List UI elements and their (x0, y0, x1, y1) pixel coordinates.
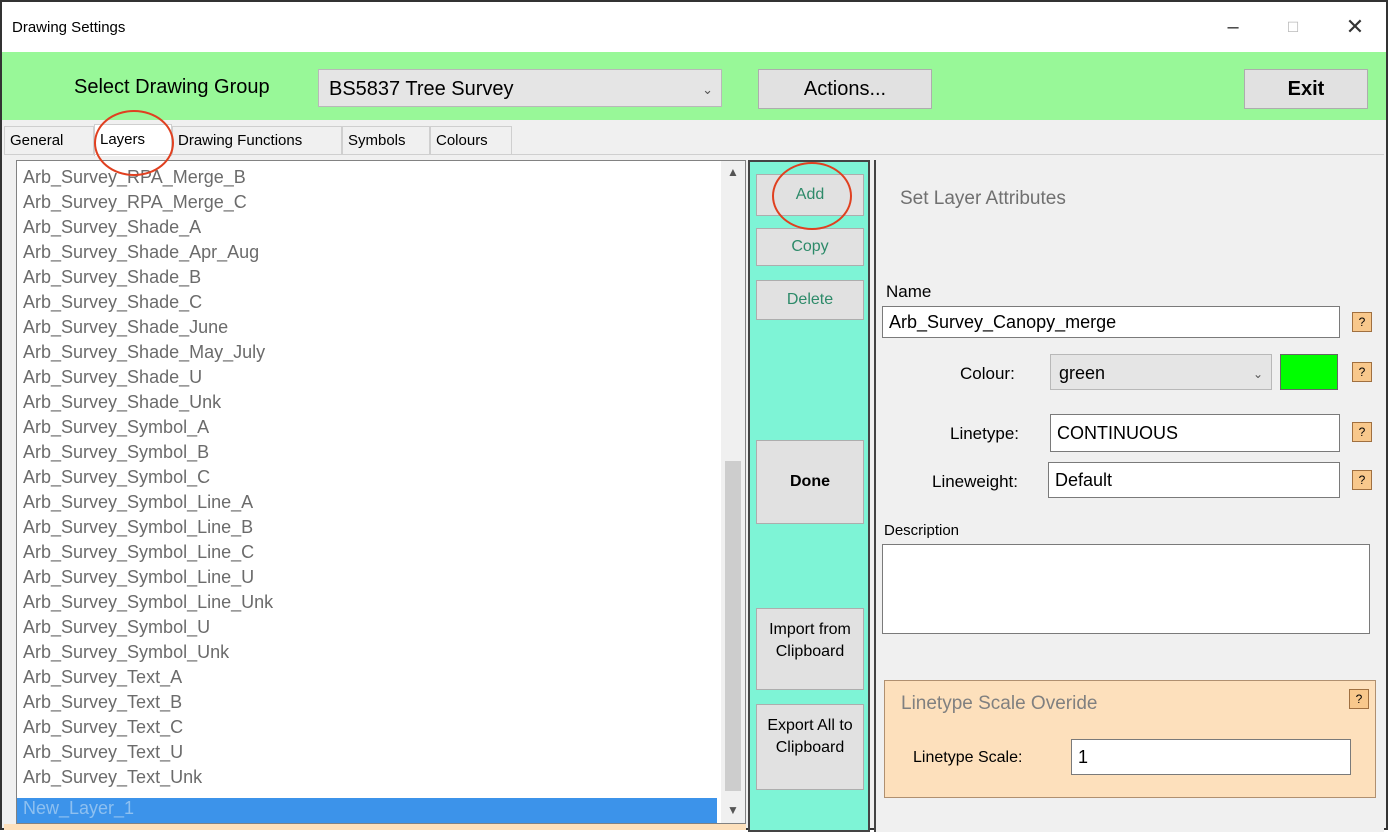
list-item[interactable]: Arb_Survey_Symbol_Unk (23, 642, 229, 667)
lineweight-field[interactable]: Default (1048, 462, 1340, 498)
linetype-scale-help-button[interactable]: ? (1349, 689, 1369, 709)
tab-drawing-functions[interactable]: Drawing Functions (172, 126, 342, 154)
drawing-settings-window: Drawing Settings – ☐ ✕ Select Drawing Gr… (0, 0, 1388, 832)
description-label: Description (884, 522, 960, 539)
list-item[interactable]: Arb_Survey_Text_U (23, 742, 183, 767)
list-item[interactable]: Arb_Survey_Symbol_Line_B (23, 517, 253, 542)
scroll-down-icon[interactable]: ▼ (721, 803, 745, 817)
chevron-down-icon: ⌄ (1252, 367, 1263, 381)
linetype-scale-field[interactable]: 1 (1071, 739, 1351, 775)
drawing-group-value: BS5837 Tree Survey (329, 78, 514, 100)
window-title: Drawing Settings (12, 19, 126, 36)
list-item[interactable]: Arb_Survey_Text_Unk (23, 767, 202, 792)
colour-value: green (1059, 363, 1106, 383)
list-item[interactable]: Arb_Survey_Symbol_Line_A (23, 492, 253, 517)
layer-attributes-panel: Set Layer Attributes Name Arb_Survey_Can… (874, 160, 1384, 832)
copy-button[interactable]: Copy (756, 228, 864, 266)
list-item-selected[interactable]: New_Layer_1 (17, 798, 717, 823)
list-item[interactable]: Arb_Survey_Text_A (23, 667, 182, 692)
import-from-clipboard-button[interactable]: Import from Clipboard (756, 608, 864, 690)
colour-select[interactable]: green ⌄ (1050, 354, 1272, 390)
layer-list[interactable]: Arb_Survey_RPA_Merge_B Arb_Survey_RPA_Me… (16, 160, 746, 824)
linetype-scale-panel: Linetype Scale Overide ? Linetype Scale:… (884, 680, 1376, 798)
delete-button[interactable]: Delete (756, 280, 864, 320)
list-item[interactable]: Arb_Survey_Symbol_Line_C (23, 542, 254, 567)
list-item[interactable]: Arb_Survey_Symbol_A (23, 417, 209, 442)
maximize-icon[interactable]: ☐ (1270, 10, 1316, 44)
list-item[interactable]: Arb_Survey_Symbol_B (23, 442, 209, 467)
tab-symbols[interactable]: Symbols (342, 126, 430, 154)
chevron-down-icon: ⌄ (702, 82, 713, 97)
done-button[interactable]: Done (756, 440, 864, 524)
set-layer-attributes-heading: Set Layer Attributes (900, 188, 1066, 209)
list-item[interactable]: Arb_Survey_Shade_U (23, 367, 202, 392)
name-field[interactable]: Arb_Survey_Canopy_merge (882, 306, 1340, 338)
name-help-button[interactable]: ? (1352, 312, 1372, 332)
linetype-scale-heading: Linetype Scale Overide (901, 693, 1098, 714)
list-item[interactable]: Arb_Survey_Shade_A (23, 217, 201, 242)
close-icon[interactable]: ✕ (1332, 10, 1378, 44)
linetype-field[interactable]: CONTINUOUS (1050, 414, 1340, 452)
list-item[interactable]: Arb_Survey_Shade_Unk (23, 392, 221, 417)
list-item[interactable]: Arb_Survey_Symbol_Line_Unk (23, 592, 273, 617)
list-item[interactable]: Arb_Survey_Symbol_U (23, 617, 210, 642)
minimize-icon[interactable]: – (1210, 10, 1256, 44)
linetype-help-button[interactable]: ? (1352, 422, 1372, 442)
tab-colours[interactable]: Colours (430, 126, 512, 154)
export-all-to-clipboard-button[interactable]: Export All to Clipboard (756, 704, 864, 790)
select-drawing-group-label: Select Drawing Group (74, 76, 270, 98)
exit-button[interactable]: Exit (1244, 69, 1368, 109)
add-button-highlight-circle (772, 162, 852, 230)
actions-button[interactable]: Actions... (758, 69, 932, 109)
list-scrollbar[interactable]: ▲ ▼ (721, 161, 745, 823)
lineweight-label: Lineweight: (932, 472, 1019, 491)
layers-tab-highlight-circle (94, 110, 174, 176)
layer-actions-panel: Add Copy Delete Done Import from Clipboa… (748, 160, 870, 832)
description-field[interactable] (882, 544, 1370, 634)
colour-swatch (1280, 354, 1338, 390)
status-strip (4, 824, 746, 830)
name-label: Name (886, 282, 932, 301)
tab-general[interactable]: General (4, 126, 94, 154)
tab-divider (4, 154, 1384, 155)
list-item[interactable]: Arb_Survey_Shade_C (23, 292, 202, 317)
scroll-up-icon[interactable]: ▲ (721, 165, 745, 179)
list-item[interactable]: Arb_Survey_Text_B (23, 692, 182, 717)
title-bar: Drawing Settings – ☐ ✕ (2, 2, 1386, 52)
colour-label: Colour: (960, 364, 1015, 383)
list-item[interactable]: Arb_Survey_Shade_Apr_Aug (23, 242, 259, 267)
colour-help-button[interactable]: ? (1352, 362, 1372, 382)
list-item[interactable]: Arb_Survey_RPA_Merge_C (23, 192, 247, 217)
list-item[interactable]: Arb_Survey_Shade_May_July (23, 342, 265, 367)
list-item[interactable]: Arb_Survey_Symbol_C (23, 467, 210, 492)
list-item[interactable]: Arb_Survey_Symbol_Line_U (23, 567, 254, 592)
linetype-label: Linetype: (950, 424, 1019, 443)
lineweight-help-button[interactable]: ? (1352, 470, 1372, 490)
toolbar: Select Drawing Group BS5837 Tree Survey … (2, 52, 1386, 120)
linetype-scale-label: Linetype Scale: (913, 749, 1023, 766)
drawing-group-select[interactable]: BS5837 Tree Survey ⌄ (318, 69, 722, 107)
list-item[interactable]: Arb_Survey_Text_C (23, 717, 183, 742)
list-item[interactable]: Arb_Survey_Shade_June (23, 317, 228, 342)
list-item[interactable]: Arb_Survey_Shade_B (23, 267, 201, 292)
scroll-thumb[interactable] (725, 461, 741, 791)
